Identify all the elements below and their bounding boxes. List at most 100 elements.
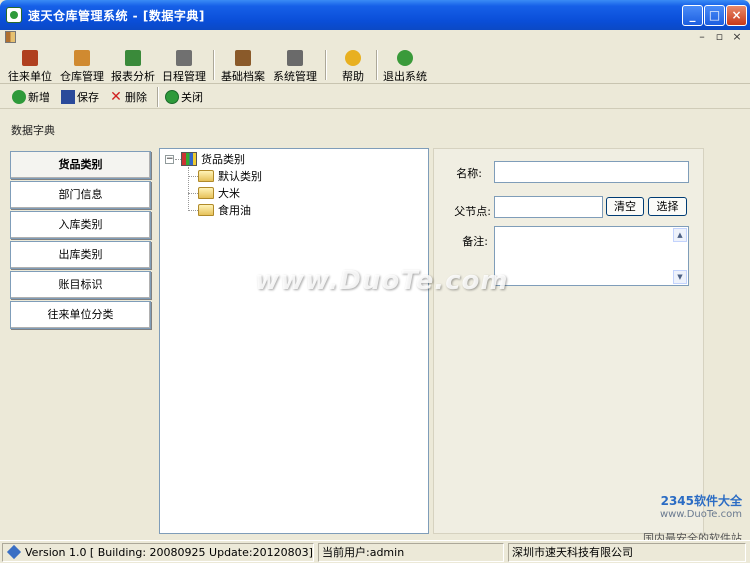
- tree-root-node[interactable]: 货品类别: [181, 151, 245, 167]
- tree-node-label: 食用油: [218, 204, 251, 217]
- action-separator: [157, 87, 159, 107]
- mdi-restore-button[interactable]: ▫: [713, 30, 727, 43]
- category-item-account[interactable]: 账目标识: [10, 271, 151, 299]
- tree-node[interactable]: 大米: [198, 185, 240, 201]
- toolbar-label: 基础档案: [221, 70, 265, 83]
- watermark-corner: 2345软件大全 www.DuoTe.com 国内最安全的软件站: [643, 492, 742, 546]
- toolbar-warehouse-button[interactable]: 仓库管理: [58, 48, 106, 84]
- note-label: 备注:: [462, 235, 488, 248]
- category-item-partner-type[interactable]: 往来单位分类: [10, 301, 151, 329]
- category-item-inbound[interactable]: 入库类别: [10, 211, 151, 239]
- category-panel: 货品类别 部门信息 入库类别 出库类别 账目标识 往来单位分类: [8, 148, 154, 534]
- tree-line: [188, 193, 198, 194]
- toolbar-help-button[interactable]: 帮助: [335, 48, 371, 84]
- parent-input[interactable]: [494, 196, 603, 218]
- tree-line: [188, 176, 198, 177]
- tree-line: [188, 167, 189, 211]
- tree-node-label: 默认类别: [218, 170, 262, 183]
- status-bar: Version 1.0 [ Building: 20080925 Update:…: [0, 540, 750, 563]
- save-button[interactable]: 保存: [61, 89, 99, 105]
- mdi-minimize-button[interactable]: –: [695, 30, 709, 43]
- app-icon: [6, 7, 22, 23]
- note-textarea[interactable]: ▲ ▼: [494, 226, 689, 286]
- scroll-down-arrow[interactable]: ▼: [673, 270, 687, 284]
- toolbar-calendar-button[interactable]: 日程管理: [160, 48, 208, 84]
- close-button[interactable]: 关闭: [165, 89, 203, 105]
- status-user: 当前用户:admin: [318, 543, 504, 562]
- mdi-close-button[interactable]: ×: [730, 30, 744, 43]
- add-button[interactable]: 新增: [12, 89, 50, 105]
- category-item-department[interactable]: 部门信息: [10, 181, 151, 209]
- minimize-button[interactable]: _: [682, 5, 703, 26]
- save-label: 保存: [77, 91, 99, 104]
- mdi-document-icon[interactable]: [5, 31, 16, 43]
- tree-node-label: 大米: [218, 187, 240, 200]
- scroll-up-arrow[interactable]: ▲: [673, 228, 687, 242]
- folder-icon: [198, 170, 214, 182]
- detail-form: 名称: 父节点: 清空 选择 备注: ▲ ▼: [433, 148, 704, 534]
- report-icon: [125, 50, 141, 66]
- toolbar-exit-button[interactable]: 退出系统: [381, 48, 429, 84]
- toolbar-label: 往来单位: [8, 70, 52, 83]
- exit-icon: [397, 50, 413, 66]
- maximize-button[interactable]: □: [704, 5, 725, 26]
- tree-node[interactable]: 默认类别: [198, 168, 262, 184]
- toolbar-label: 仓库管理: [60, 70, 104, 83]
- category-item-goods[interactable]: 货品类别: [10, 151, 151, 179]
- toolbar-label: 系统管理: [273, 70, 317, 83]
- category-item-outbound[interactable]: 出库类别: [10, 241, 151, 269]
- toolbar-separator: [213, 50, 215, 80]
- watermark-brand: 2345软件大全: [660, 494, 742, 508]
- select-button[interactable]: 选择: [648, 197, 687, 216]
- toolbar-label: 日程管理: [162, 70, 206, 83]
- window-title: 速天仓库管理系统 - [数据字典]: [28, 9, 205, 23]
- delete-button[interactable]: ✕ 删除: [109, 89, 147, 105]
- toolbar-system-button[interactable]: 系统管理: [271, 48, 319, 84]
- toolbar-label: 报表分析: [111, 70, 155, 83]
- status-diamond-icon: [6, 544, 22, 560]
- category-tree: − 货品类别 默认类别 大米 食用油: [159, 148, 429, 534]
- folder-icon: [198, 204, 214, 216]
- watermark-text: www.DuoTe.com: [255, 266, 509, 296]
- calendar-icon: [176, 50, 192, 66]
- watermark-url: www.DuoTe.com: [659, 509, 742, 520]
- floppy-icon: [61, 90, 75, 104]
- close-window-button[interactable]: ×: [726, 5, 747, 26]
- tree-line: [188, 210, 198, 211]
- tree-node-label: 货品类别: [201, 153, 245, 166]
- tools-icon: [287, 50, 303, 66]
- toolbar-report-button[interactable]: 报表分析: [109, 48, 157, 84]
- section-title: 数据字典: [11, 124, 55, 137]
- parent-label: 父节点:: [454, 205, 491, 218]
- plus-icon: [12, 90, 26, 104]
- folder-icon: [198, 187, 214, 199]
- toolbar-archive-button[interactable]: 基础档案: [219, 48, 267, 84]
- category-chart-icon: [181, 152, 197, 166]
- action-toolbar: 新增 保存 ✕ 删除 关闭: [0, 85, 750, 109]
- toolbar-partners-button[interactable]: 往来单位: [6, 48, 54, 84]
- delete-label: 删除: [125, 91, 147, 104]
- toolbar-separator: [325, 50, 327, 80]
- tree-collapse-toggle[interactable]: −: [165, 155, 174, 164]
- name-label: 名称:: [456, 167, 482, 180]
- mdi-strip: – ▫ ×: [0, 30, 750, 45]
- add-label: 新增: [28, 91, 50, 104]
- partner-icon: [22, 50, 38, 66]
- name-input[interactable]: [494, 161, 689, 183]
- status-company: 深圳市速天科技有限公司: [508, 543, 746, 562]
- title-bar: 速天仓库管理系统 - [数据字典] _ □ ×: [0, 0, 750, 30]
- clear-button[interactable]: 清空: [606, 197, 644, 216]
- archive-icon: [235, 50, 251, 66]
- delete-x-icon: ✕: [110, 89, 122, 105]
- main-toolbar: 往来单位 仓库管理 报表分析 日程管理 基础档案 系统管理 帮助 退出系统: [0, 46, 750, 84]
- help-icon: [345, 50, 361, 66]
- close-circle-icon: [165, 90, 179, 104]
- toolbar-separator: [376, 50, 378, 80]
- tree-node[interactable]: 食用油: [198, 202, 251, 218]
- toolbar-label: 退出系统: [383, 70, 427, 83]
- toolbar-label: 帮助: [342, 70, 364, 83]
- status-version: Version 1.0 [ Building: 20080925 Update:…: [2, 543, 314, 562]
- close-label: 关闭: [181, 91, 203, 104]
- warehouse-icon: [74, 50, 90, 66]
- version-text: Version 1.0 [ Building: 20080925 Update:…: [25, 546, 313, 559]
